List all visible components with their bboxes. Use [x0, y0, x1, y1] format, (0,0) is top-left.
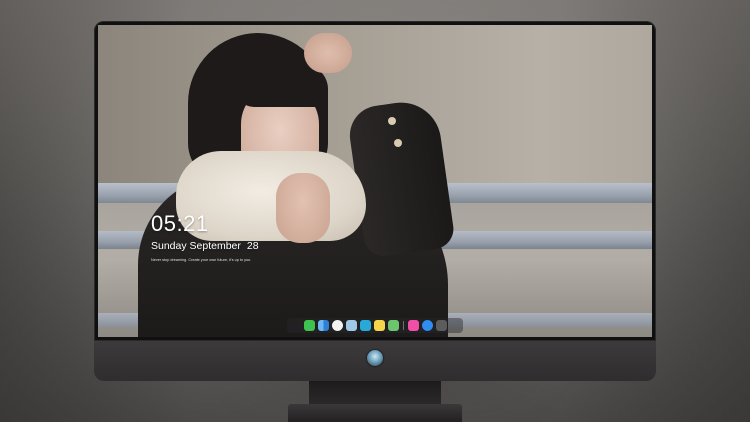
monitor-stand-base: [288, 404, 462, 422]
camera-icon[interactable]: [435, 320, 447, 331]
wallpaper-hand: [304, 33, 352, 73]
clapperboard-icon[interactable]: [359, 320, 371, 331]
app-store-icon[interactable]: [421, 320, 433, 331]
photos-icon[interactable]: [387, 320, 399, 331]
lock-quote: Never stop dreaming. Create your own fut…: [151, 258, 252, 262]
preview-icon[interactable]: [345, 320, 357, 331]
monitor-chin: [94, 341, 656, 381]
lock-date-weekday-month: Sunday September: [151, 240, 241, 252]
lock-screen: 05:21 Sunday September 28 Never stop drea…: [98, 25, 652, 337]
clock-icon[interactable]: [331, 320, 343, 331]
finder-icon[interactable]: [317, 320, 329, 331]
wallpaper-coat-button: [394, 139, 402, 147]
monitor-stand-neck: [309, 381, 441, 405]
notes-icon[interactable]: [373, 320, 385, 331]
wallpaper-bangs: [236, 65, 328, 107]
lock-date: Sunday September 28: [151, 240, 259, 252]
lock-date-day: 28: [246, 240, 259, 252]
dock-separator: [402, 321, 404, 330]
wallpaper-coat-button: [388, 117, 396, 125]
messages-icon[interactable]: [303, 320, 315, 331]
lock-clock: 05:21: [151, 211, 209, 236]
music-icon[interactable]: [407, 320, 419, 331]
monitor-logo-icon: [367, 350, 383, 366]
wallpaper-hand: [276, 173, 330, 243]
dock: [287, 318, 463, 333]
